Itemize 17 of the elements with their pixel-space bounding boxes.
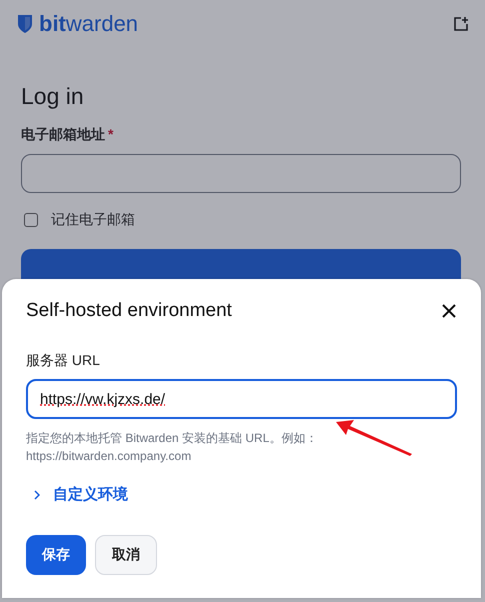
required-mark: * [108, 126, 114, 142]
save-button[interactable]: 保存 [26, 535, 86, 575]
popout-icon[interactable] [453, 16, 469, 32]
checkbox-label: 记住电子邮箱 [51, 211, 135, 229]
logo-text: bitwarden [39, 13, 138, 35]
field-label: 电子邮箱地址 [21, 126, 105, 142]
cancel-button[interactable]: 取消 [95, 535, 157, 575]
field-label: 服务器 URL [26, 352, 101, 370]
shield-icon [17, 14, 33, 34]
email-field[interactable] [21, 154, 461, 193]
url-field[interactable]: https://vw.kjzxs.de/ [26, 379, 457, 419]
dialog-title: Self-hosted environment [26, 300, 232, 322]
checkbox[interactable] [24, 213, 38, 227]
custom-environment-toggle[interactable]: 自定义环境 [26, 485, 128, 504]
page-title: Log in [21, 82, 85, 110]
hint-text: 指定您的本地托管 Bitwarden 安装的基础 URL。例如：https://bitwarden.company.com [26, 430, 318, 465]
close-icon[interactable] [442, 304, 456, 318]
